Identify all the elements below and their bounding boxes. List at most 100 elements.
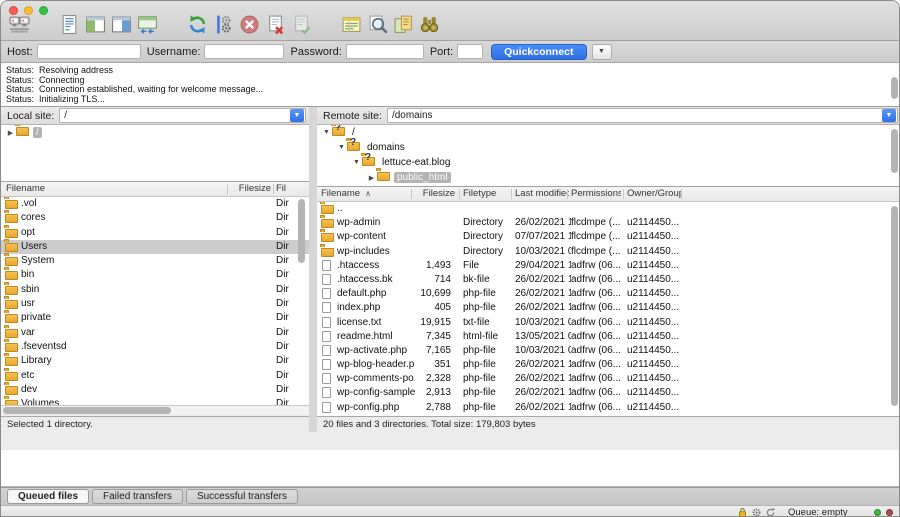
tab-failed-transfers[interactable]: Failed transfers <box>92 489 183 504</box>
disconnect-button[interactable] <box>263 15 287 39</box>
file-row-fseventsd[interactable]: .fseventsdDir <box>1 340 309 354</box>
filter-button[interactable] <box>339 15 363 39</box>
tree-item-lettuce-eat-blog[interactable]: ▼?lettuce-eat.blog <box>317 155 900 170</box>
cancel-button[interactable] <box>237 15 261 39</box>
chevron-expanded-icon[interactable]: ▼ <box>321 129 332 136</box>
queue-toggle-button[interactable] <box>135 15 159 39</box>
tree-item-item[interactable]: ▼?/ <box>317 125 900 140</box>
file-row-wp-admin[interactable]: wp-adminDirectory26/02/2021 1...flcdmpe … <box>317 216 900 230</box>
panel-divider[interactable] <box>309 107 317 432</box>
file-row-opt[interactable]: optDir <box>1 226 309 240</box>
remote-list-scrollbar-thumb[interactable] <box>891 206 898 406</box>
file-row-etc[interactable]: etcDir <box>1 369 309 383</box>
lock-icon[interactable] <box>737 507 748 517</box>
maximize-button[interactable] <box>39 6 48 15</box>
compare-button[interactable] <box>391 15 415 39</box>
file-row-usr[interactable]: usrDir <box>1 297 309 311</box>
column-separator[interactable] <box>567 189 568 199</box>
site-manager-button[interactable] <box>7 15 31 39</box>
file-row-wp-blog-header-p[interactable]: wp-blog-header.p...351php-file26/02/2021… <box>317 358 900 372</box>
file-icon <box>321 318 334 331</box>
username-input[interactable] <box>204 44 284 59</box>
file-row-wp-comments-po[interactable]: wp-comments-po...2,328php-file26/02/2021… <box>317 372 900 386</box>
file-row-wp-activate-php[interactable]: wp-activate.php7,165php-file10/03/2021 0… <box>317 344 900 358</box>
local-horizontal-scrollbar[interactable] <box>1 405 309 414</box>
column-header-permissions[interactable]: Permissions <box>571 187 621 201</box>
file-row-sbin[interactable]: sbinDir <box>1 283 309 297</box>
refresh-button[interactable] <box>185 15 209 39</box>
file-row-cores[interactable]: coresDir <box>1 211 309 225</box>
statusbar-icons <box>737 507 776 517</box>
host-input[interactable] <box>37 44 141 59</box>
local-list-scrollbar-thumb[interactable] <box>298 199 305 263</box>
chevron-down-icon[interactable]: ▼ <box>882 109 896 122</box>
file-row-vol[interactable]: .volDir <box>1 197 309 211</box>
tab-queued-files[interactable]: Queued files <box>7 489 89 504</box>
port-label: Port: <box>430 46 453 58</box>
file-row-htaccess[interactable]: .htaccess1,493File29/04/2021 1...adfrw (… <box>317 259 900 273</box>
file-row-bin[interactable]: binDir <box>1 268 309 282</box>
tree-item-public-html[interactable]: ▶public_html <box>317 170 900 185</box>
remote-site-label: Remote site: <box>323 110 382 122</box>
file-row-wp-config-sample[interactable]: wp-config-sample...2,913php-file26/02/20… <box>317 386 900 400</box>
column-header-filetype[interactable]: Filetype <box>463 187 511 201</box>
reconnect-button[interactable] <box>289 15 313 39</box>
port-input[interactable] <box>457 44 483 59</box>
column-separator[interactable] <box>273 184 274 194</box>
chevron-collapsed-icon[interactable]: ▶ <box>366 174 377 182</box>
file-size: 7,165 <box>413 344 451 358</box>
chevron-down-icon[interactable]: ▼ <box>290 109 304 122</box>
file-row-system[interactable]: SystemDir <box>1 254 309 268</box>
file-row-index-php[interactable]: index.php405php-file26/02/2021 1...adfrw… <box>317 301 900 315</box>
chevron-collapsed-icon[interactable]: ▶ <box>5 129 16 137</box>
chevron-expanded-icon[interactable]: ▼ <box>336 144 347 151</box>
column-header-filename[interactable]: Filename∧ <box>321 187 407 201</box>
file-row-volumes[interactable]: VolumesDir <box>1 397 309 405</box>
file-row-htaccess-bk[interactable]: .htaccess.bk714bk-file26/02/2021 1...adf… <box>317 273 900 287</box>
column-header-filesize[interactable]: Filesize <box>415 187 455 201</box>
column-separator[interactable] <box>411 189 412 199</box>
column-header-filename[interactable]: Filename <box>6 182 226 196</box>
file-row-default-php[interactable]: default.php10,699php-file26/02/2021 1...… <box>317 287 900 301</box>
remote-tree-toggle-button[interactable] <box>109 15 133 39</box>
remote-site-combo[interactable]: /domains ▼ <box>387 108 898 123</box>
file-row-wp-content[interactable]: wp-contentDirectory07/07/2021 1...flcdmp… <box>317 230 900 244</box>
column-separator[interactable] <box>511 189 512 199</box>
file-row-users[interactable]: UsersDir <box>1 240 309 254</box>
column-separator[interactable] <box>623 189 624 199</box>
column-separator[interactable] <box>227 184 228 194</box>
column-header-last-modified[interactable]: Last modified <box>515 187 569 201</box>
remote-tree-scrollbar-thumb[interactable] <box>891 129 898 173</box>
file-row-library[interactable]: LibraryDir <box>1 354 309 368</box>
file-row-item[interactable]: .. <box>317 202 900 216</box>
column-header-fil[interactable]: Fil <box>276 182 304 196</box>
file-row-var[interactable]: varDir <box>1 326 309 340</box>
file-row-wp-includes[interactable]: wp-includesDirectory10/03/2021 0...flcdm… <box>317 245 900 259</box>
column-separator[interactable] <box>459 189 460 199</box>
file-modified: 07/07/2021 1... <box>515 230 571 244</box>
local-horizontal-scrollbar-thumb[interactable] <box>3 407 171 414</box>
quickconnect-button[interactable]: Quickconnect <box>491 44 586 60</box>
tree-item-item[interactable]: ▶/ <box>1 125 309 140</box>
file-owner: u2114450... <box>627 316 683 330</box>
file-row-dev[interactable]: devDir <box>1 383 309 397</box>
column-separator[interactable] <box>681 189 682 199</box>
synchronized-browsing-button[interactable] <box>417 15 441 39</box>
file-row-license-txt[interactable]: license.txt19,915txt-file10/03/2021 0...… <box>317 316 900 330</box>
column-header-filesize[interactable]: Filesize <box>231 182 271 196</box>
log-scrollbar-thumb[interactable] <box>891 77 898 99</box>
column-header-owner-group[interactable]: Owner/Group <box>627 187 681 201</box>
search-button[interactable] <box>365 15 389 39</box>
tab-successful-transfers[interactable]: Successful transfers <box>186 489 298 504</box>
process-queue-button[interactable] <box>211 15 235 39</box>
quickconnect-dropdown-button[interactable]: ▼ <box>592 44 612 60</box>
log-toggle-button[interactable] <box>57 15 81 39</box>
password-input[interactable] <box>346 44 424 59</box>
file-row-wp-config-php[interactable]: wp-config.php2,788php-file26/02/2021 1..… <box>317 401 900 415</box>
file-row-private[interactable]: privateDir <box>1 311 309 325</box>
chevron-expanded-icon[interactable]: ▼ <box>351 159 362 166</box>
local-site-combo[interactable]: / ▼ <box>59 108 306 123</box>
local-tree-toggle-button[interactable] <box>83 15 107 39</box>
file-row-readme-html[interactable]: readme.html7,345html-file13/05/2021 0...… <box>317 330 900 344</box>
tree-item-domains[interactable]: ▼?domains <box>317 140 900 155</box>
